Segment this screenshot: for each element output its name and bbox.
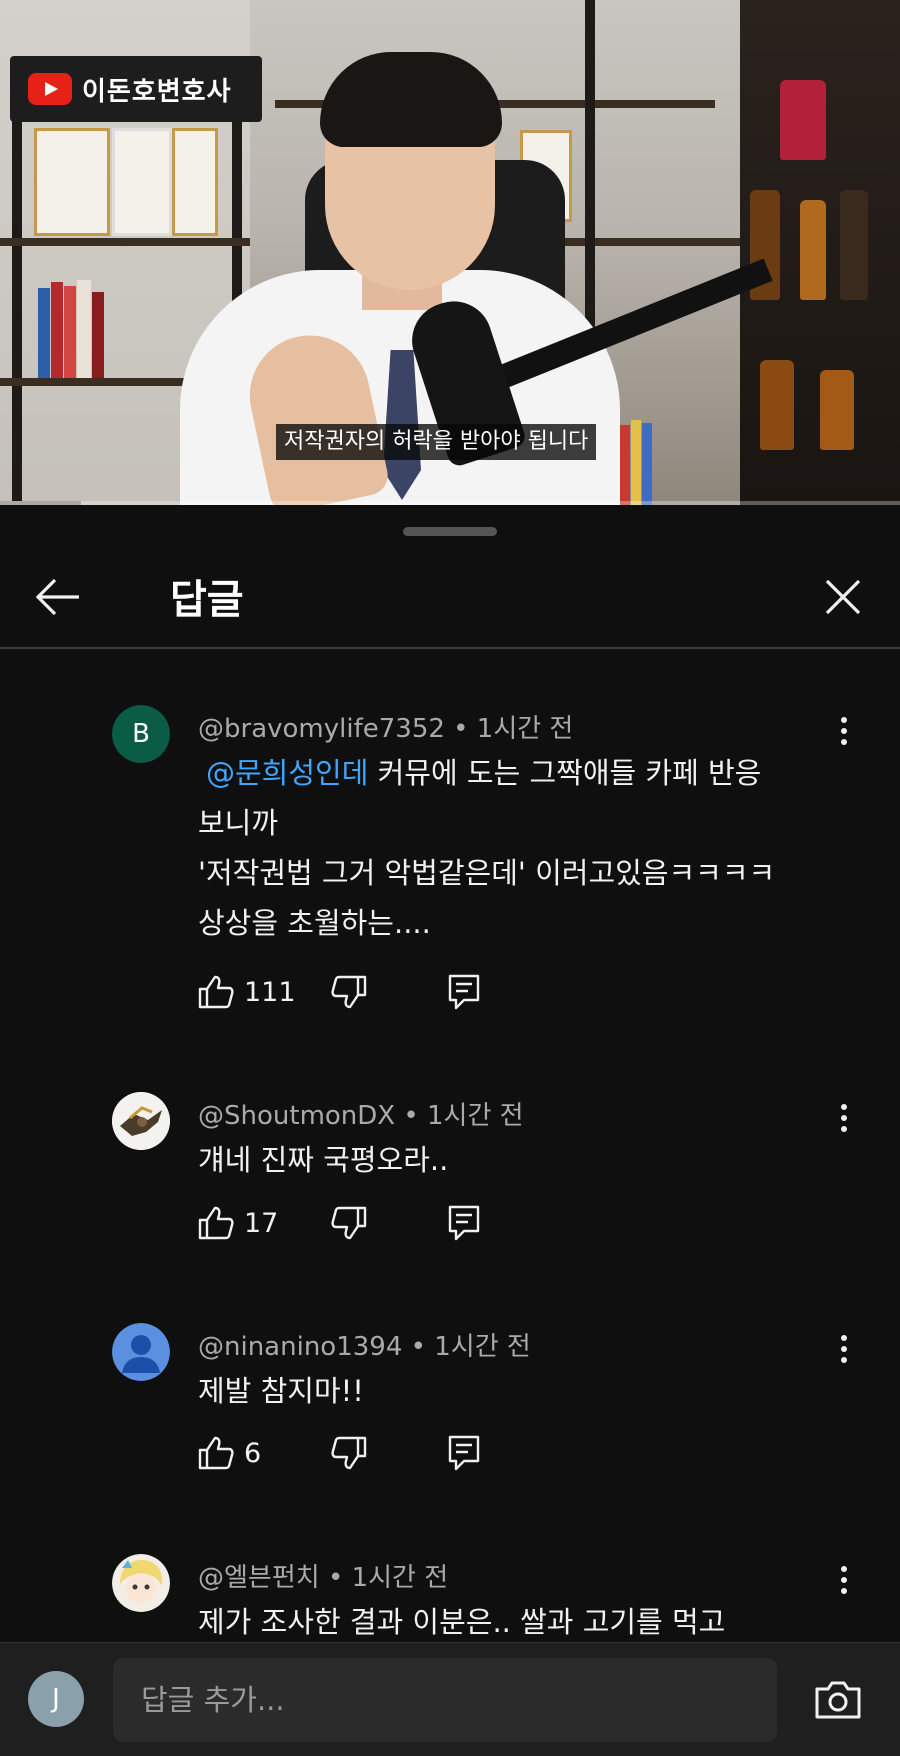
panel-title: 답글: [170, 577, 244, 623]
add-reply-input[interactable]: [113, 1658, 777, 1742]
shelf: [0, 238, 250, 246]
thumbs-down-icon: [331, 1206, 367, 1240]
comment-text: @문희성인데 커뮤에 도는 그짝애들 카페 반응 보니까 '저작권법 그거 악법…: [198, 748, 838, 948]
person-hair: [320, 52, 502, 147]
comment-author[interactable]: @ShoutmonDX: [198, 1101, 395, 1131]
books: [38, 280, 118, 378]
reply-bar: J: [0, 1642, 900, 1756]
thumbs-up-icon: [198, 1436, 234, 1470]
comment-line: 보니까: [198, 806, 279, 840]
character-avatar-icon: [112, 1092, 170, 1150]
more-options-button[interactable]: [826, 711, 862, 751]
comment-line: '저작권법 그거 악법같은데' 이러고있음ㅋㅋㅋㅋ: [198, 856, 776, 890]
bottle-cabinet: [740, 0, 900, 505]
comment-meta: @ShoutmonDX • 1시간 전: [198, 1101, 524, 1131]
comment-time: 1시간 전: [351, 1563, 449, 1593]
avatar[interactable]: [112, 1554, 170, 1612]
like-count: 111: [244, 976, 296, 1008]
close-button[interactable]: [815, 569, 871, 625]
avatar[interactable]: [112, 1092, 170, 1150]
default-user-avatar-icon: [112, 1323, 170, 1381]
drag-handle[interactable]: [403, 527, 497, 536]
thumbs-up-icon: [198, 975, 234, 1009]
comment-text: 걔네 진짜 국평오라..: [198, 1135, 838, 1185]
reply-button[interactable]: [448, 1431, 480, 1475]
comment-line: 제발 참지마!!: [198, 1374, 364, 1408]
avatar[interactable]: [112, 1323, 170, 1381]
dislike-button[interactable]: [331, 970, 367, 1014]
camera-button[interactable]: [810, 1675, 866, 1725]
shelf-post: [12, 90, 22, 505]
like-count: 17: [244, 1207, 279, 1239]
comment-author[interactable]: @bravomylife7352: [198, 714, 445, 744]
replies-panel: 답글 B @bravomylife7352 • 1시간 전 @문희성인데 커뮤에…: [0, 505, 900, 1756]
like-button[interactable]: 17: [198, 1201, 278, 1245]
certificate: [172, 128, 218, 236]
comment-line: 상상을 초월하는....: [198, 906, 431, 940]
comment-author[interactable]: @ninanino1394: [198, 1332, 402, 1362]
comment-line: 제가 조사한 결과 이분은.. 쌀과 고기를 먹고: [198, 1605, 726, 1639]
anime-character-avatar-icon: [112, 1554, 170, 1612]
panel-header: 답글: [0, 545, 900, 649]
back-button[interactable]: [30, 569, 86, 625]
thumbs-down-icon: [331, 975, 367, 1009]
more-options-button[interactable]: [826, 1560, 862, 1600]
close-icon: [825, 579, 861, 615]
like-button[interactable]: 111: [198, 970, 296, 1014]
reply-icon: [448, 1205, 480, 1241]
like-button[interactable]: 6: [198, 1431, 261, 1475]
comment-text: 제가 조사한 결과 이분은.. 쌀과 고기를 먹고: [198, 1597, 838, 1647]
channel-sign-text: 이돈호변호사: [82, 76, 232, 107]
dislike-button[interactable]: [331, 1431, 367, 1475]
thumbs-up-icon: [198, 1206, 234, 1240]
comment-actions: 6: [198, 1431, 498, 1475]
user-initial: J: [52, 1684, 60, 1714]
comment-text: 제발 참지마!!: [198, 1366, 838, 1416]
reply-button[interactable]: [448, 1201, 480, 1245]
comment-meta: @ninanino1394 • 1시간 전: [198, 1332, 531, 1362]
books: [620, 420, 680, 505]
comment-time: 1시간 전: [476, 714, 574, 744]
more-options-button[interactable]: [826, 1329, 862, 1369]
current-user-avatar[interactable]: J: [28, 1671, 84, 1727]
reply-icon: [448, 974, 480, 1010]
avatar[interactable]: B: [112, 705, 170, 763]
avatar-letter: B: [132, 719, 150, 749]
arrow-left-icon: [35, 578, 79, 616]
mention-link[interactable]: @문희성인데: [206, 756, 368, 790]
comment-meta: @엘븐펀치 • 1시간 전: [198, 1563, 449, 1593]
comment-time: 1시간 전: [426, 1101, 524, 1131]
dislike-button[interactable]: [331, 1201, 367, 1245]
comment-time: 1시간 전: [434, 1332, 531, 1362]
youtube-logo-icon: [28, 73, 72, 105]
more-options-button[interactable]: [826, 1098, 862, 1138]
reply-button[interactable]: [448, 970, 480, 1014]
video-player[interactable]: 이돈호변호사 저작권자의 허락을 받아야 됩니다: [0, 0, 900, 505]
reply-icon: [448, 1435, 480, 1471]
certificate: [112, 128, 172, 236]
comment-line: 걔네 진짜 국평오라..: [198, 1143, 449, 1177]
video-subtitle: 저작권자의 허락을 받아야 됩니다: [276, 424, 597, 460]
comment-line: 커뮤에 도는 그짝애들 카페 반응: [368, 756, 762, 790]
channel-sign: 이돈호변호사: [10, 56, 262, 122]
comment-author[interactable]: @엘븐펀치: [198, 1563, 320, 1593]
like-count: 6: [244, 1437, 262, 1469]
thumbs-down-icon: [331, 1436, 367, 1470]
certificate: [34, 128, 110, 236]
comment-actions: 111: [198, 970, 498, 1014]
comment-actions: 17: [198, 1201, 498, 1245]
camera-icon: [815, 1681, 861, 1719]
comment-meta: @bravomylife7352 • 1시간 전: [198, 714, 574, 744]
